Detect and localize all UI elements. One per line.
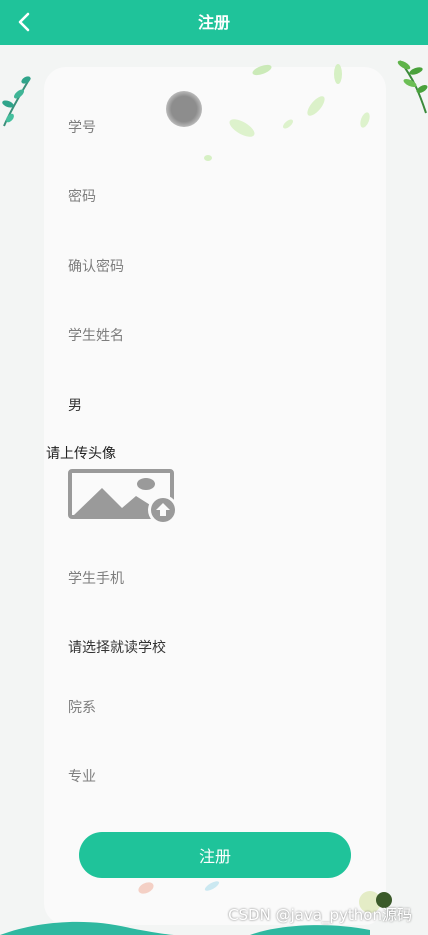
leaf-decoration-right bbox=[397, 60, 428, 114]
password-input[interactable]: 密码 bbox=[68, 186, 96, 206]
student-name-input[interactable]: 学生姓名 bbox=[68, 325, 124, 345]
confirm-password-input[interactable]: 确认密码 bbox=[68, 256, 124, 276]
phone-input[interactable]: 学生手机 bbox=[68, 568, 124, 588]
department-input[interactable]: 院系 bbox=[68, 697, 96, 717]
avatar-upload-button[interactable] bbox=[68, 468, 184, 526]
school-select[interactable]: 请选择就读学校 bbox=[68, 637, 166, 657]
avatar-upload-label: 请上传头像 bbox=[46, 446, 116, 462]
page-title: 注册 bbox=[197, 13, 230, 32]
register-button[interactable]: 注册 bbox=[79, 832, 351, 878]
leaf-decoration-left bbox=[2, 76, 31, 127]
major-input[interactable]: 专业 bbox=[68, 766, 96, 786]
student-id-input[interactable]: 学号 bbox=[68, 117, 96, 137]
floating-leaves-decoration bbox=[204, 64, 370, 161]
image-upload-icon bbox=[68, 469, 178, 525]
avatar-placeholder bbox=[166, 91, 202, 127]
top-bar: 注册 bbox=[0, 0, 428, 45]
gender-select[interactable]: 男 bbox=[68, 395, 82, 415]
watermark: CSDN @java_python源码 bbox=[228, 906, 412, 924]
